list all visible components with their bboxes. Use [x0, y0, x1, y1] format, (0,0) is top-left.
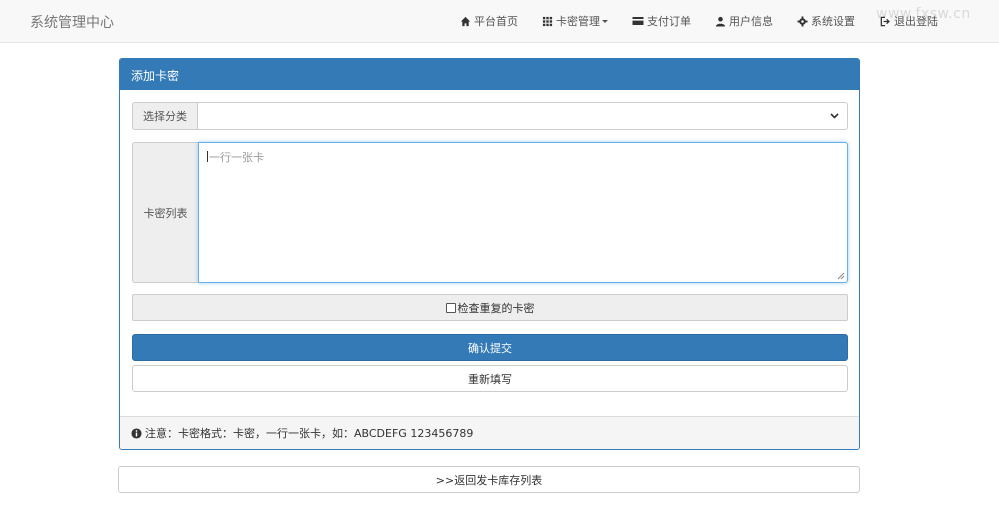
- submit-button[interactable]: 确认提交: [132, 334, 848, 361]
- nav-item-system-settings[interactable]: 系统设置: [797, 13, 855, 29]
- card-list-textarea[interactable]: 一行一张卡: [198, 142, 848, 283]
- credit-card-icon: [632, 17, 644, 25]
- info-circle-icon: [131, 427, 142, 439]
- nav-item-logout[interactable]: 退出登陆: [879, 13, 938, 29]
- nav-item-payment-orders[interactable]: 支付订单: [632, 13, 691, 29]
- nav-label: 平台首页: [474, 15, 518, 28]
- gear-icon: [797, 15, 808, 27]
- nav-label: 用户信息: [729, 15, 773, 28]
- category-select[interactable]: [198, 102, 848, 130]
- nav-menu: 平台首页 卡密管理 支付订单 用户信息 系统设置 退出登陆: [460, 13, 938, 29]
- text-cursor: [207, 151, 208, 162]
- back-to-inventory-button[interactable]: >>返回发卡库存列表: [118, 466, 860, 493]
- user-icon: [715, 16, 726, 27]
- check-duplicate-label: 检查重复的卡密: [457, 301, 535, 315]
- category-select-group: 选择分类: [132, 102, 848, 130]
- grid-icon: [542, 16, 553, 26]
- card-list-label: 卡密列表: [132, 142, 198, 283]
- nav-label: 退出登陆: [894, 15, 938, 28]
- chevron-down-icon: [830, 113, 839, 119]
- footer-note: 注意：卡密格式：卡密，一行一张卡，如：ABCDEFG 123456789: [145, 427, 474, 440]
- nav-item-card-management[interactable]: 卡密管理: [542, 13, 608, 29]
- category-label: 选择分类: [132, 102, 198, 130]
- panel-title: 添加卡密: [120, 59, 859, 90]
- brand-title[interactable]: 系统管理中心: [30, 12, 114, 32]
- reset-button[interactable]: 重新填写: [132, 365, 848, 392]
- chevron-down-icon: [602, 19, 608, 23]
- home-icon: [460, 16, 471, 26]
- panel-footer: 注意：卡密格式：卡密，一行一张卡，如：ABCDEFG 123456789: [120, 416, 859, 449]
- nav-label: 系统设置: [811, 15, 855, 28]
- check-duplicate-toggle[interactable]: 检查重复的卡密: [132, 294, 848, 321]
- nav-label: 卡密管理: [556, 15, 600, 28]
- nav-item-user-info[interactable]: 用户信息: [715, 13, 773, 29]
- top-navbar: 系统管理中心 www.fxsw.cn 平台首页 卡密管理 支付订单 用户信息 系…: [0, 0, 999, 43]
- nav-label: 支付订单: [647, 15, 691, 28]
- resize-handle-icon[interactable]: [837, 272, 845, 280]
- check-duplicate-checkbox[interactable]: [445, 302, 456, 313]
- card-list-placeholder: 一行一张卡: [209, 151, 264, 164]
- add-card-panel: 添加卡密 选择分类 卡密列表 一行一张卡 检查重复的卡密 确认提交 重新填写 注…: [119, 58, 860, 450]
- nav-item-home[interactable]: 平台首页: [460, 13, 518, 29]
- card-list-group: 卡密列表 一行一张卡: [132, 142, 848, 283]
- logout-icon: [880, 16, 890, 26]
